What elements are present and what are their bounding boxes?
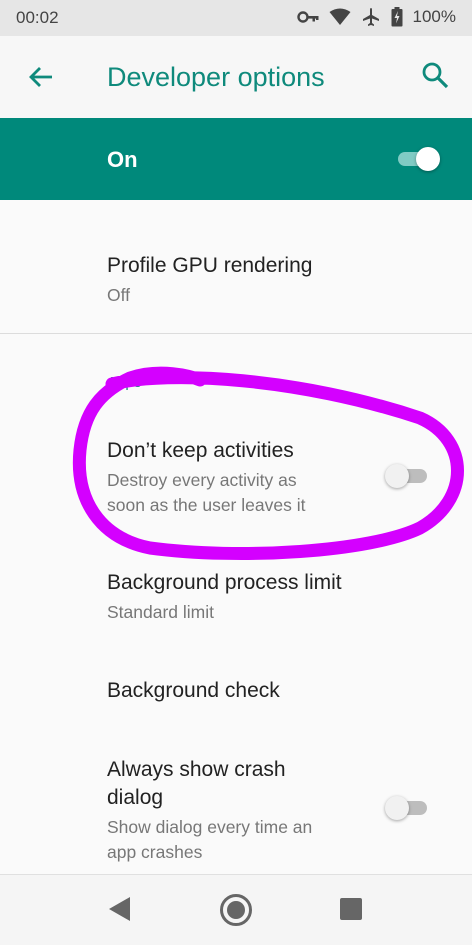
setting-title: Don’t keep activities [107, 439, 294, 462]
app-bar: Developer options [0, 36, 472, 118]
status-time: 00:02 [16, 8, 59, 27]
toggle-thumb [416, 147, 440, 171]
setting-summary-line1: Destroy every activity as [107, 470, 297, 490]
divider [0, 333, 472, 334]
setting-summary-line2: soon as the user leaves it [107, 495, 306, 515]
wifi-icon [329, 8, 351, 25]
setting-summary: Off [107, 285, 131, 305]
master-switch-label: On [107, 147, 138, 172]
dont-keep-activities-toggle[interactable] [383, 461, 433, 491]
setting-summary-line2: app crashes [107, 842, 203, 862]
status-icons: 100% [296, 7, 456, 27]
vpn-key-icon [296, 11, 319, 23]
setting-summary: Standard limit [107, 602, 214, 622]
navigation-bar [0, 874, 472, 945]
master-toggle[interactable] [392, 144, 442, 174]
nav-recents-icon[interactable] [340, 898, 362, 920]
setting-title-line2: dialog [107, 786, 164, 809]
battery-icon [391, 7, 403, 27]
airplane-mode-icon [362, 8, 379, 26]
toggle-thumb [385, 796, 409, 820]
nav-home-icon[interactable] [219, 893, 253, 927]
toggle-thumb [385, 464, 409, 488]
setting-title-line1: Always show crash [107, 758, 286, 781]
battery-percent: 100% [412, 7, 456, 26]
status-bar: 00:02 100% [0, 0, 472, 36]
nav-back-icon[interactable] [106, 895, 132, 923]
setting-title: Background check [107, 679, 280, 702]
arrow-back-icon[interactable] [26, 62, 56, 92]
setting-title: Background process limit [107, 571, 342, 594]
setting-title: Profile GPU rendering [107, 254, 313, 277]
setting-summary-line1: Show dialog every time an [107, 817, 313, 837]
section-header-apps: Apps [107, 374, 142, 391]
master-switch-bar[interactable]: On [0, 118, 472, 200]
crash-dialog-toggle[interactable] [383, 793, 433, 823]
page-title: Developer options [107, 62, 325, 92]
search-icon[interactable] [420, 60, 450, 90]
